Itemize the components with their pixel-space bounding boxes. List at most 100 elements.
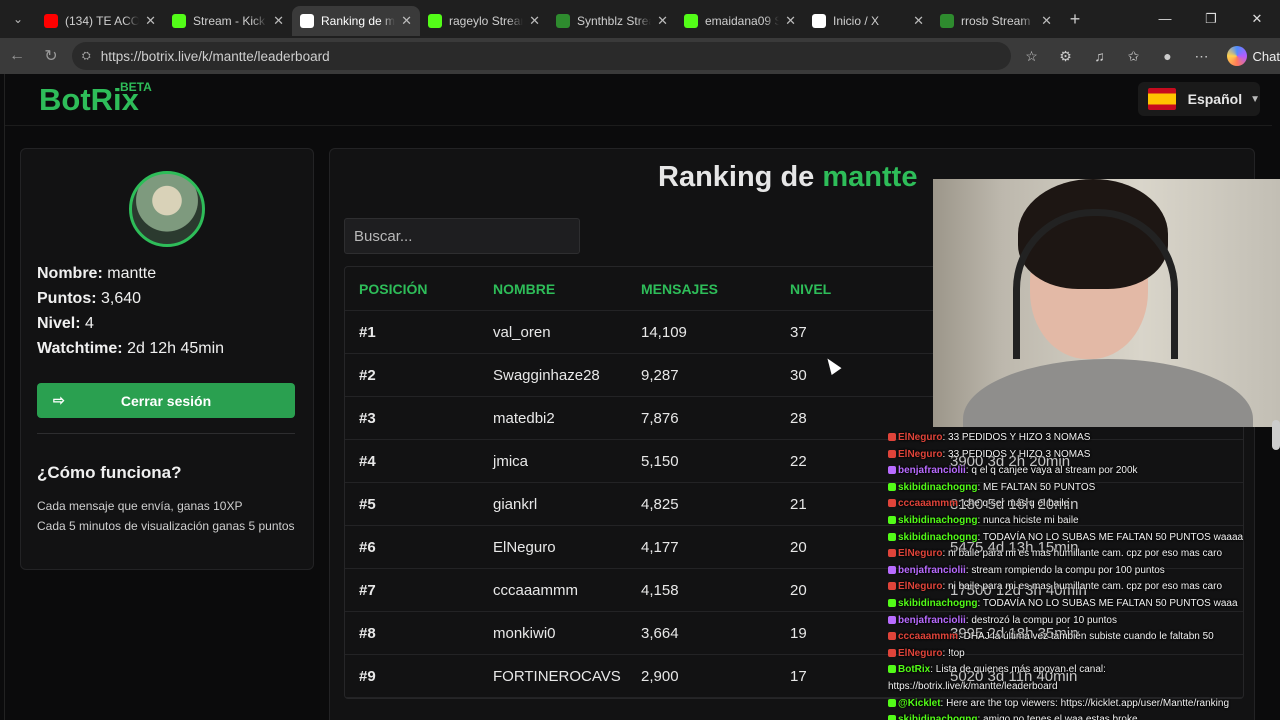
header-messages[interactable]: MENSAJES xyxy=(641,281,790,297)
chat-message: ElNeguro: !top xyxy=(888,646,1280,663)
tab-search-dropdown-icon[interactable]: ⌄ xyxy=(0,0,36,38)
chat-text: : q el q canjee vaya al stream por 200k xyxy=(965,465,1138,477)
chat-username[interactable]: @Kicklet xyxy=(898,698,941,709)
cell-messages: 7,876 xyxy=(641,409,679,427)
how-line: Cada mensaje que envía, ganas 10XP xyxy=(37,499,243,513)
logout-button[interactable]: ⇨ Cerrar sesión xyxy=(37,383,295,418)
chat-username[interactable]: benjafranciolii xyxy=(898,565,966,576)
chat-username[interactable]: ElNeguro xyxy=(898,648,942,659)
chat-text: : 33 PEDIDOS Y HIZO 3 NOMAS xyxy=(942,448,1091,460)
tab-title: (134) TE ACORD xyxy=(65,14,140,28)
more-menu-icon[interactable]: ⋯ xyxy=(1185,48,1219,65)
close-tab-icon[interactable]: ✕ xyxy=(401,13,412,29)
chat-username[interactable]: benjafranciolii xyxy=(898,465,966,476)
close-tab-icon[interactable]: ✕ xyxy=(785,13,796,29)
cell-name: val_oren xyxy=(493,323,551,341)
kick-icon xyxy=(556,14,570,28)
kick-icon xyxy=(428,14,442,28)
chat-text: : DHAJ la última vez también subiste cua… xyxy=(958,631,1214,643)
profile-icon[interactable]: ● xyxy=(1151,48,1185,65)
header-level[interactable]: NIVEL xyxy=(790,281,950,297)
tab-2[interactable]: Stream - Kick D ✕ xyxy=(164,6,292,36)
chat-text: : Here are the top viewers: https://kick… xyxy=(940,697,1230,709)
header-position[interactable]: POSICIÓN xyxy=(345,281,493,297)
chat-username[interactable]: BotRix xyxy=(898,664,930,675)
close-tab-icon[interactable]: ✕ xyxy=(1041,13,1052,29)
tab-title: rageylo Stream xyxy=(449,14,524,28)
chat-badge-icon xyxy=(888,615,896,624)
back-icon[interactable]: ← xyxy=(0,47,34,65)
kick-icon xyxy=(940,14,954,28)
cell-messages: 4,158 xyxy=(641,581,679,599)
headset-icon xyxy=(1013,209,1178,359)
chat-message: https://botrix.live/k/mantte/leaderboard xyxy=(888,679,1280,696)
maximize-icon[interactable]: ❐ xyxy=(1188,0,1234,38)
chat-username[interactable]: ElNeguro xyxy=(898,432,942,443)
chat-username[interactable]: ElNeguro xyxy=(898,449,942,460)
extensions-icon[interactable]: ⚙ xyxy=(1049,48,1083,65)
cell-messages: 4,177 xyxy=(641,538,679,556)
close-tab-icon[interactable]: ✕ xyxy=(657,13,668,29)
tab-8[interactable]: rrosb Stream ✕ xyxy=(932,6,1060,36)
cell-level: 37 xyxy=(790,323,807,341)
close-tab-icon[interactable]: ✕ xyxy=(913,13,924,29)
tab-3[interactable]: Ranking de ma ✕ xyxy=(292,6,420,36)
chat-username[interactable]: ElNeguro xyxy=(898,581,942,592)
site-header: BotRix BETA Español ▼ xyxy=(5,74,1272,126)
close-tab-icon[interactable]: ✕ xyxy=(145,13,156,29)
cell-level: 30 xyxy=(790,366,807,384)
chat-badge-icon xyxy=(888,582,896,591)
favorites-icon[interactable]: ✩ xyxy=(1117,48,1151,65)
tab-4[interactable]: rageylo Stream ✕ xyxy=(420,6,548,36)
scrollbar[interactable] xyxy=(1272,420,1280,450)
tab-strip: (134) TE ACORD✕Stream - Kick D✕Ranking d… xyxy=(36,2,1060,36)
chat-text: : TODAVÍA NO LO SUBAS ME FALTAN 50 PUNTO… xyxy=(977,531,1244,543)
chat-text: : Lista de quienes más apoyan el canal: xyxy=(930,664,1106,676)
cell-messages: 5,150 xyxy=(641,452,679,470)
chat-username[interactable]: ElNeguro xyxy=(898,548,942,559)
cell-position: #5 xyxy=(359,495,376,513)
favorite-star-icon[interactable]: ☆ xyxy=(1015,48,1049,65)
media-icon[interactable]: ♫ xyxy=(1083,48,1117,65)
language-selector[interactable]: Español ▼ xyxy=(1138,82,1260,116)
copilot-chat-button[interactable]: Chat xyxy=(1226,46,1280,66)
watchtime-label: Watchtime: xyxy=(37,340,123,357)
chat-badge-icon xyxy=(888,482,896,491)
search-input[interactable] xyxy=(344,218,580,254)
chat-badge-icon xyxy=(888,499,896,508)
cell-position: #7 xyxy=(359,581,376,599)
cell-messages: 3,664 xyxy=(641,624,679,642)
tab-5[interactable]: Synthblz Stream ✕ xyxy=(548,6,676,36)
url-field[interactable]: ⛭ https://botrix.live/k/mantte/leaderboa… xyxy=(71,42,1011,70)
cell-name: ElNeguro xyxy=(493,538,556,556)
chat-text: : 33 PEDIDOS Y HIZO 3 NOMAS xyxy=(942,432,1091,443)
tab-7[interactable]: Inicio / X ✕ xyxy=(804,6,932,36)
new-tab-button[interactable]: + xyxy=(1060,9,1090,30)
chevron-down-icon: ▼ xyxy=(1250,93,1260,105)
close-tab-icon[interactable]: ✕ xyxy=(529,13,540,29)
chat-text: : ni baile para mi es mas humillante cam… xyxy=(942,548,1223,560)
chat-text: : ME FALTAN 50 PUNTOS xyxy=(977,481,1096,493)
chat-badge-icon xyxy=(888,532,896,541)
chat-username[interactable]: skibidinachogng xyxy=(898,532,977,543)
chat-username[interactable]: skibidinachogng xyxy=(898,714,977,720)
chat-username[interactable]: skibidinachogng xyxy=(898,482,977,493)
close-tab-icon[interactable]: ✕ xyxy=(273,13,284,29)
chat-message: skibidinachogng: TODAVÍA NO LO SUBAS ME … xyxy=(888,530,1280,547)
chat-username[interactable]: skibidinachogng xyxy=(898,515,977,526)
chat-username[interactable]: benjafranciolii xyxy=(898,615,966,626)
chat-username[interactable]: cccaaammm xyxy=(898,631,958,642)
reload-icon[interactable]: ↻ xyxy=(34,46,68,66)
chat-username[interactable]: skibidinachogng xyxy=(898,598,977,609)
chat-username[interactable]: cccaaammm xyxy=(898,498,958,509)
chat-text: : amigo no tenes el waa estas broke xyxy=(977,714,1138,720)
chat-badge-icon xyxy=(888,698,896,707)
tab-1[interactable]: (134) TE ACORD ✕ xyxy=(36,6,164,36)
header-name[interactable]: NOMBRE xyxy=(493,281,641,297)
kick-icon xyxy=(684,14,698,28)
tab-6[interactable]: emaidana09 Str ✕ xyxy=(676,6,804,36)
close-window-icon[interactable]: ✕ xyxy=(1234,0,1280,38)
beta-badge: BETA xyxy=(120,80,152,94)
minimize-icon[interactable]: — xyxy=(1142,0,1188,38)
site-info-icon[interactable]: ⛭ xyxy=(82,50,91,63)
